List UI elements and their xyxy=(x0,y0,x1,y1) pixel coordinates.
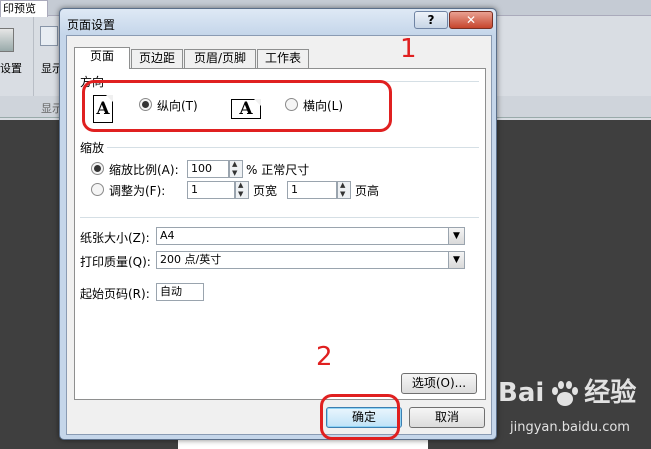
fit-to-radio[interactable] xyxy=(91,183,104,196)
close-button[interactable]: ✕ xyxy=(449,11,493,29)
tab-header-footer[interactable]: 页眉/页脚 xyxy=(184,49,256,68)
scale-unit: % 正常尺寸 xyxy=(246,163,310,177)
page-setup-dialog: 页面设置 ? ✕ 页面 页边距 页眉/页脚 工作表 方向 A 纵向(T) A 横… xyxy=(59,8,497,440)
scale-radio[interactable] xyxy=(91,162,104,175)
baidu-paw-icon xyxy=(552,381,578,406)
chevron-down-icon[interactable]: ▼ xyxy=(448,228,464,244)
help-button[interactable]: ? xyxy=(414,11,448,29)
fit-tall-spinner[interactable] xyxy=(337,181,351,199)
help-icon: ? xyxy=(427,13,435,27)
fit-to-label[interactable]: 调整为(F): xyxy=(109,182,165,199)
annotation-number-1: 1 xyxy=(400,34,417,64)
paper-size-select[interactable]: A4 ▼ xyxy=(156,227,465,245)
scaling-group-label: 缩放 xyxy=(80,141,105,155)
scale-label[interactable]: 缩放比例(A): xyxy=(109,161,179,178)
annotation-number-2: 2 xyxy=(316,342,333,372)
scaling-separator xyxy=(107,147,479,148)
chevron-down-icon[interactable]: ▼ xyxy=(448,252,464,268)
monitor-icon[interactable] xyxy=(40,26,58,46)
fit-wide-input[interactable]: 1 xyxy=(187,181,235,199)
tab-sheet[interactable]: 工作表 xyxy=(257,49,309,68)
scale-input[interactable]: 100 xyxy=(187,160,229,178)
annotation-box-ok xyxy=(320,394,400,440)
fit-wide-unit: 页宽 xyxy=(253,184,278,198)
annotation-box-orientation xyxy=(82,80,392,132)
first-page-label: 起始页码(R): xyxy=(80,287,150,301)
print-quality-select[interactable]: 200 点/英寸 ▼ xyxy=(156,251,465,269)
scale-spinner[interactable] xyxy=(229,160,243,178)
first-page-input[interactable]: 自动 xyxy=(156,283,204,301)
tab-print-preview[interactable]: 印预览 xyxy=(0,0,48,17)
paper-size-value: A4 xyxy=(160,229,175,242)
paper-separator xyxy=(80,217,479,218)
close-icon: ✕ xyxy=(465,13,477,27)
print-quality-value: 200 点/英寸 xyxy=(160,253,222,266)
dialog-title: 页面设置 xyxy=(67,18,116,32)
fit-tall-unit: 页高 xyxy=(355,184,380,198)
baidu-watermark-url: jingyan.baidu.com xyxy=(510,420,630,435)
fit-wide-spinner[interactable] xyxy=(235,181,249,199)
tab-page[interactable]: 页面 xyxy=(74,47,130,69)
tab-margins[interactable]: 页边距 xyxy=(131,49,183,68)
print-quality-label: 打印质量(Q): xyxy=(80,255,151,269)
options-button[interactable]: 选项(O)... xyxy=(401,373,477,394)
printer-icon[interactable] xyxy=(0,28,14,52)
cancel-button[interactable]: 取消 xyxy=(409,407,485,428)
fit-tall-input[interactable]: 1 xyxy=(287,181,337,199)
page-setup-ribbon-label[interactable]: 设置 xyxy=(0,60,22,76)
dialog-titlebar[interactable]: 页面设置 ? ✕ xyxy=(60,9,496,35)
paper-size-label: 纸张大小(Z): xyxy=(80,231,150,245)
